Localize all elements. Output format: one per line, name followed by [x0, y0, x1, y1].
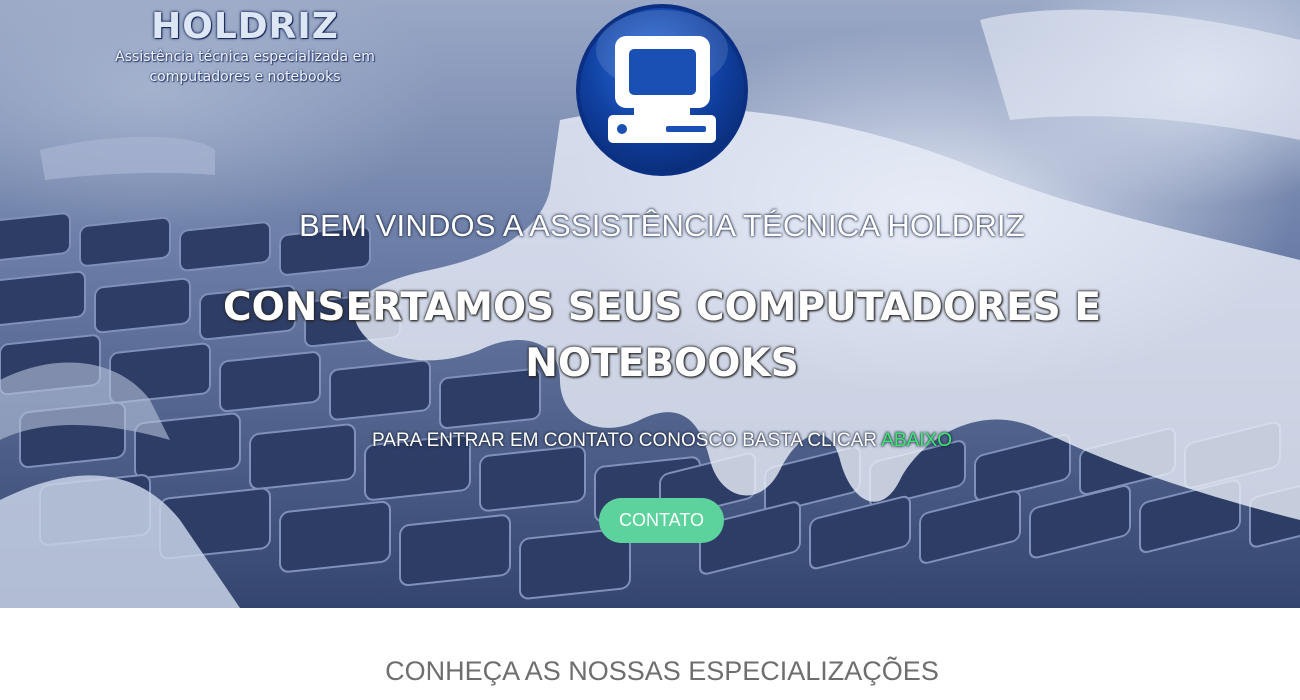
hero-headline: CONSERTAMOS SEUS COMPUTADORES E NOTEBOOK… — [0, 280, 1300, 392]
computer-monitor-icon — [576, 4, 748, 176]
logo-name: HOLDRIZ — [151, 6, 339, 47]
contact-button[interactable]: CONTATO — [599, 498, 724, 543]
hero-headline-line2: NOTEBOOKS — [525, 341, 799, 386]
hero-headline-line1: CONSERTAMOS SEUS COMPUTADORES E — [223, 285, 1101, 330]
specializations-title: CONHEÇA AS NOSSAS ESPECIALIZAÇÕES — [385, 656, 939, 686]
contact-instruction-text: PARA ENTRAR EM CONTATO CONOSCO BASTA CLI… — [372, 430, 877, 451]
hero-banner: HOLDRIZ Assistência técnica especializad… — [0, 0, 1300, 608]
contact-instruction-accent: ABAIXO — [881, 430, 952, 451]
logo-tagline-line1: Assistência técnica especializada em — [115, 49, 375, 65]
logo-tagline-line2: computadores e notebooks — [149, 69, 341, 85]
holdriz-logo[interactable]: HOLDRIZ Assistência técnica especializad… — [90, 6, 400, 96]
contact-instruction: PARA ENTRAR EM CONTATO CONOSCO BASTA CLI… — [0, 430, 1300, 452]
welcome-heading: BEM VINDOS A ASSISTÊNCIA TÉCNICA HOLDRIZ — [299, 208, 1025, 243]
